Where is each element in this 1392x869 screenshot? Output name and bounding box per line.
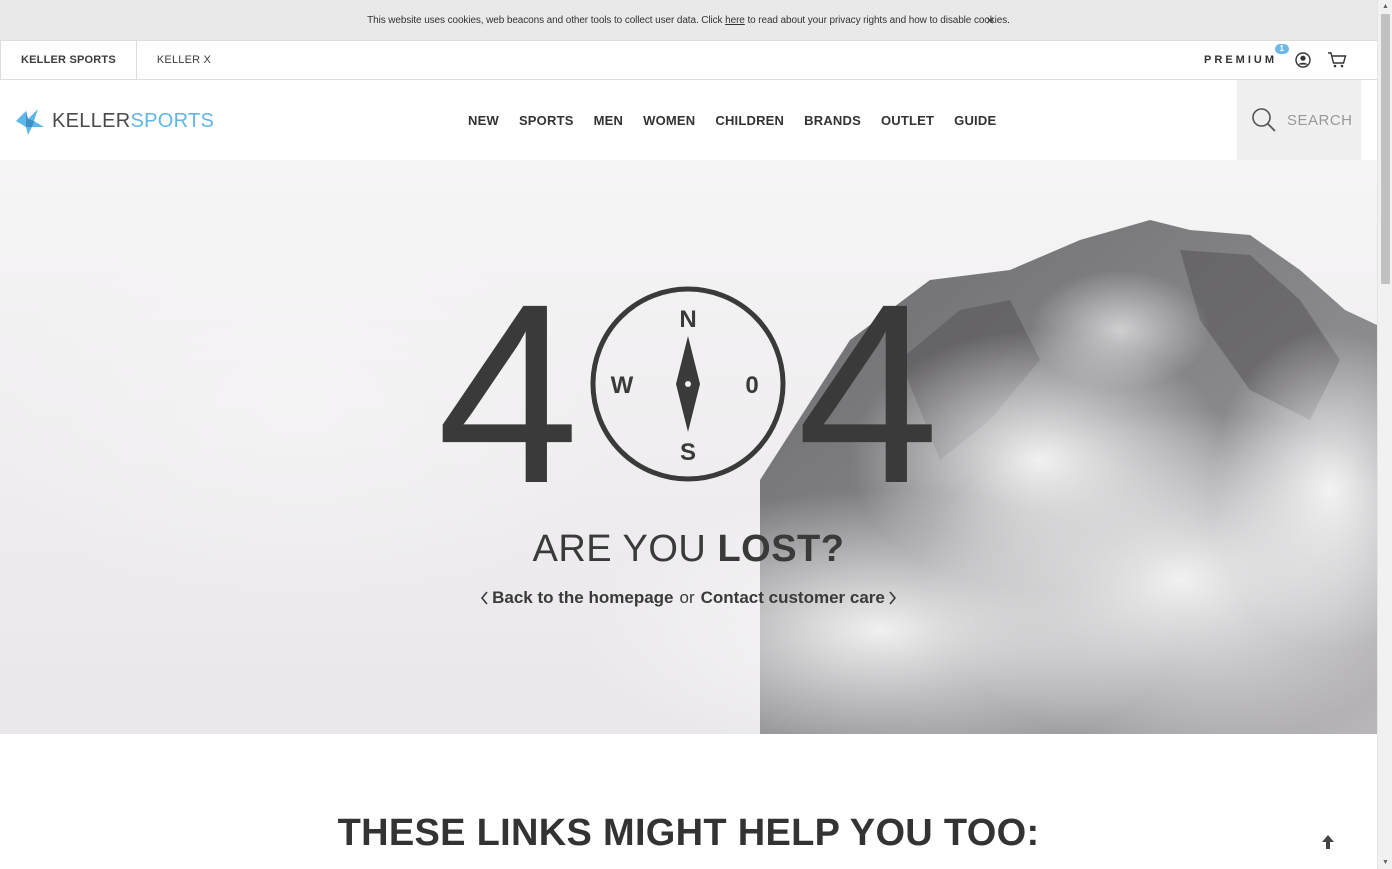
nav-item-outlet[interactable]: OUTLET (871, 113, 944, 128)
nav-item-sports[interactable]: SPORTS (509, 113, 584, 128)
logo[interactable]: KELLERSPORTS (14, 105, 214, 137)
cookie-text-before: This website uses cookies, web beacons a… (367, 14, 726, 26)
compass-north: N (679, 306, 696, 333)
page-scrollbar[interactable]: ▲ ▼ (1377, 0, 1392, 869)
nav-item-brands[interactable]: BRANDS (794, 113, 871, 128)
back-to-homepage-link[interactable]: Back to the homepage (478, 588, 674, 608)
premium-link[interactable]: PREMIUM 1 (1204, 44, 1289, 66)
user-icon[interactable] (1291, 48, 1315, 72)
search-icon (1252, 108, 1276, 132)
nav-item-men[interactable]: MEN (584, 113, 634, 128)
nav-item-new[interactable]: NEW (458, 113, 509, 128)
or-text: or (679, 588, 695, 607)
hero-links: Back to the homepage or Contact customer… (0, 588, 1377, 608)
tab-keller-x[interactable]: KELLER X (137, 41, 231, 79)
logo-text-keller: KELLER (52, 109, 131, 132)
error-digit-right: 4 (797, 251, 939, 537)
compass-south: S (680, 439, 696, 466)
scrollbar-thumb[interactable] (1381, 14, 1390, 284)
cart-icon-graphic (1328, 52, 1347, 68)
cookie-banner: This website uses cookies, web beacons a… (0, 0, 1377, 40)
store-switch-bar: KELLER SPORTS KELLER X PREMIUM 1 (0, 40, 1377, 80)
nav-item-children[interactable]: CHILDREN (705, 113, 794, 128)
main-menu: NEW SPORTS MEN WOMEN CHILDREN BRANDS OUT… (458, 80, 1006, 160)
account-area: PREMIUM 1 (1204, 41, 1349, 79)
tab-keller-sports[interactable]: KELLER SPORTS (0, 41, 137, 79)
back-to-homepage-label: Back to the homepage (492, 588, 674, 607)
error-digit-left: 4 (437, 251, 579, 537)
scroll-up-arrow-icon[interactable]: ▲ (1381, 2, 1390, 11)
chevron-right-icon (889, 591, 896, 605)
compass-east: 0 (745, 372, 758, 399)
compass-west: W (611, 372, 634, 399)
lost-heading-light: ARE YOU (532, 528, 718, 570)
hero-404: 4 N S W 0 4 ARE YOU LOST? Back to the ho… (0, 160, 1377, 734)
search-input[interactable]: SEARCH (1237, 80, 1361, 160)
cart-icon[interactable] (1325, 48, 1349, 72)
cookie-privacy-link[interactable]: here (725, 15, 745, 26)
chevron-left-icon (481, 591, 488, 605)
helpful-links-heading: THESE LINKS MIGHT HELP YOU TOO: (337, 812, 1040, 854)
contact-customer-care-label: Contact customer care (700, 588, 885, 607)
scroll-down-arrow-icon[interactable]: ▼ (1381, 858, 1390, 867)
nav-item-guide[interactable]: GUIDE (944, 113, 1006, 128)
contact-customer-care-link[interactable]: Contact customer care (701, 588, 899, 608)
cookie-text: This website uses cookies, web beacons a… (367, 15, 1010, 26)
page: This website uses cookies, web beacons a… (0, 0, 1377, 869)
rabbit-logo-icon (16, 109, 44, 135)
search-placeholder: SEARCH (1287, 111, 1353, 129)
arrow-up-icon (1322, 835, 1334, 849)
nav-item-women[interactable]: WOMEN (633, 113, 705, 128)
main-header: KELLERSPORTS NEW SPORTS MEN WOMEN CHILDR… (0, 80, 1377, 160)
lost-heading: ARE YOU LOST? (0, 528, 1377, 571)
error-code-404: 4 N S W 0 4 (437, 251, 939, 537)
lost-heading-bold: LOST? (717, 528, 845, 570)
compass-icon: N S W 0 (590, 286, 786, 482)
logo-text-sports: SPORTS (130, 109, 215, 132)
cookie-close-button[interactable]: × (983, 12, 997, 28)
premium-label: PREMIUM (1204, 54, 1277, 66)
back-to-top-button[interactable] (1318, 832, 1338, 852)
user-icon-graphic (1295, 52, 1311, 68)
logo-text: KELLERSPORTS (52, 110, 214, 133)
cookie-text-after: to read about your privacy rights and ho… (744, 14, 1010, 26)
premium-badge: 1 (1274, 44, 1289, 54)
